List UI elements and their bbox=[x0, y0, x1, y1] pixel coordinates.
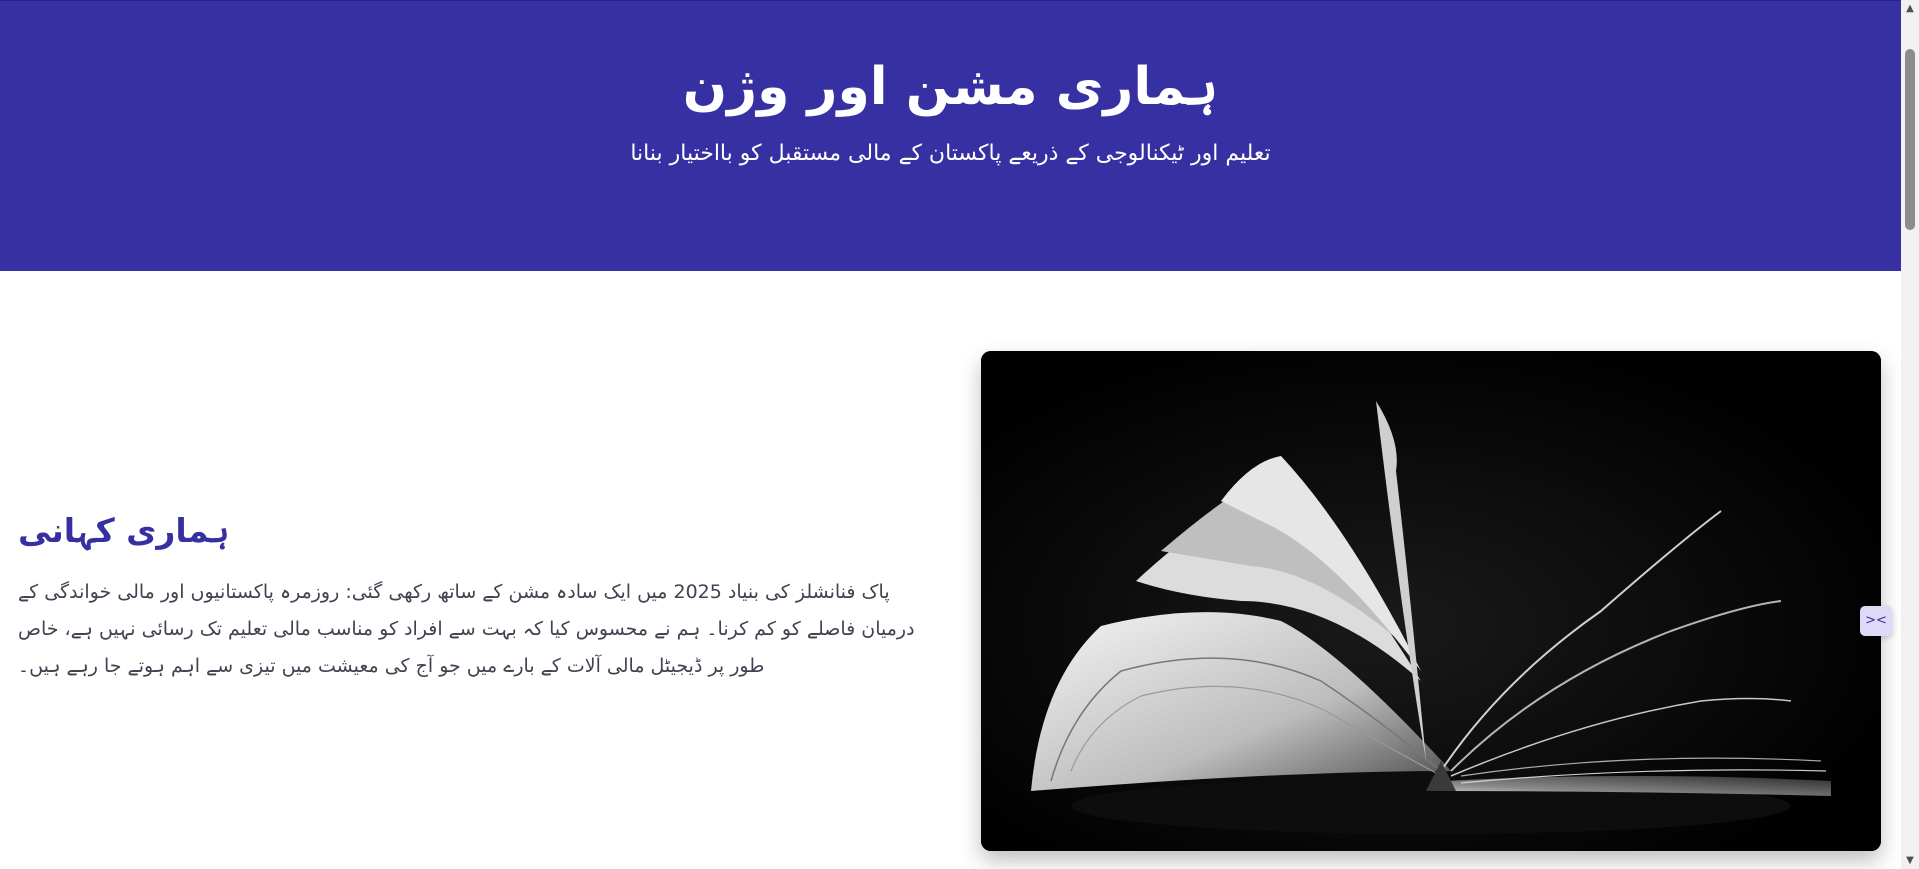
collapse-arrows-icon[interactable]: >< bbox=[1860, 606, 1892, 636]
vertical-scrollbar[interactable]: ▲ ▼ bbox=[1901, 0, 1919, 869]
story-heading: ہماری کہانی bbox=[18, 511, 230, 550]
open-book-illustration bbox=[981, 351, 1881, 851]
hero-banner: ہماری مشن اور وژن تعلیم اور ٹیکنالوجی کے… bbox=[0, 0, 1901, 271]
story-body: پاک فنانشلز کی بنیاد 2025 میں ایک سادہ م… bbox=[18, 581, 915, 677]
scroll-up-arrow-icon[interactable]: ▲ bbox=[1901, 0, 1919, 17]
open-book-image bbox=[981, 351, 1881, 851]
page-title: ہماری مشن اور وژن bbox=[682, 57, 1219, 117]
scrollbar-thumb[interactable] bbox=[1905, 49, 1915, 230]
scroll-down-arrow-icon[interactable]: ▼ bbox=[1901, 852, 1919, 869]
our-story-section: ہماری کہانی پاک فنانشلز کی بنیاد 2025 می… bbox=[18, 506, 923, 685]
page: ہماری مشن اور وژن تعلیم اور ٹیکنالوجی کے… bbox=[0, 0, 1901, 869]
page-subtitle: تعلیم اور ٹیکنالوجی کے ذریعے پاکستان کے … bbox=[630, 141, 1271, 166]
